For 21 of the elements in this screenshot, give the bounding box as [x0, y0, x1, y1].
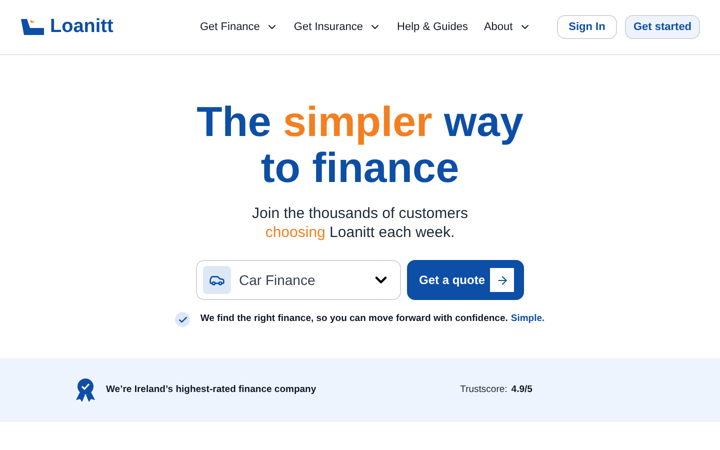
sign-in-button[interactable]: Sign In [557, 15, 617, 39]
finance-type-select[interactable]: Car Finance [196, 260, 401, 300]
nav-link[interactable]: Help & Guides [397, 18, 468, 36]
check-icon [175, 312, 190, 327]
car-icon [203, 266, 231, 294]
logo-icon [20, 18, 46, 36]
trustscore-value: 4.9/5 [511, 382, 532, 397]
simple-link[interactable]: Simple. [510, 312, 545, 327]
tagline: We find the right finance, so you can move forward with confidence. [200, 312, 508, 326]
hero-subtitle: Join the thousands of customers choosing Loanitt each week. [251, 204, 469, 242]
arrow-right-icon [490, 268, 514, 292]
hero-title: The simpler way to finance [196, 99, 524, 191]
trustscore-label: Trustscore: [460, 382, 508, 397]
award-ribbon-icon [76, 378, 95, 402]
get-quote-button[interactable]: Get a quote [407, 260, 524, 300]
nav-link[interactable]: About [484, 18, 531, 36]
nav-link[interactable]: Get Insurance [294, 18, 382, 36]
trust-claim: We’re Ireland’s highest-rated finance company [106, 382, 316, 397]
get-started-button[interactable]: Get started [625, 15, 700, 39]
logo[interactable]: Loanitt [50, 12, 114, 42]
nav-link[interactable]: Get Finance [200, 18, 278, 36]
